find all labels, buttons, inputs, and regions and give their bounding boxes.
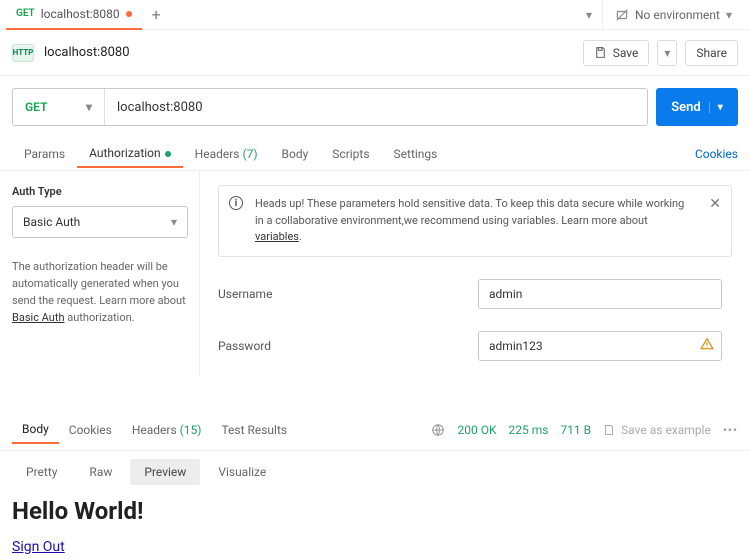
request-header-row: HTTP localhost:8080 Save ▾ Share [0,30,750,76]
tab-title: localhost:8080 [41,7,120,21]
tab-overflow-chevron-icon[interactable]: ▾ [586,8,592,22]
unsaved-dot-icon [126,11,132,17]
chevron-down-icon: ▾ [664,46,670,60]
password-row: Password [218,331,732,361]
chevron-down-icon: ▾ [86,100,92,114]
auth-description: The authorization header will be automat… [12,258,187,326]
tab-settings[interactable]: Settings [382,141,450,167]
password-input[interactable] [478,331,722,361]
tab-body[interactable]: Body [270,141,321,167]
method-selector[interactable]: GET ▾ [13,89,105,125]
http-badge-icon: HTTP [12,44,34,62]
authorization-panel: Auth Type Basic Auth ▾ The authorization… [0,170,750,375]
tab-headers[interactable]: Headers (7) [183,141,270,167]
environment-selector[interactable]: No environment ▾ [602,0,744,30]
auth-type-select[interactable]: Basic Auth ▾ [12,206,188,238]
save-icon [603,424,615,436]
save-button[interactable]: Save [583,40,650,66]
username-input[interactable] [478,279,722,309]
view-preview[interactable]: Preview [130,459,200,485]
resp-tab-headers[interactable]: Headers (15) [122,417,212,443]
chevron-down-icon[interactable]: ▾ [709,102,723,113]
tab-authorization[interactable]: Authorization [77,140,183,168]
password-label: Password [218,339,478,353]
auth-left-column: Auth Type Basic Auth ▾ The authorization… [0,171,200,375]
globe-icon[interactable] [431,423,445,437]
info-icon: i [229,196,243,210]
request-title: localhost:8080 [44,45,130,60]
save-label: Save [613,46,639,60]
save-dropdown-button[interactable]: ▾ [657,40,677,66]
status-code: 200 OK [457,423,496,437]
variables-link[interactable]: variables [255,230,299,243]
resp-tab-cookies[interactable]: Cookies [59,417,122,443]
view-raw[interactable]: Raw [75,459,126,485]
more-options-icon[interactable]: ••• [723,423,738,437]
response-view-tabs: Pretty Raw Preview Visualize [0,451,750,493]
username-row: Username [218,279,732,309]
save-as-example-button[interactable]: Save as example [603,423,711,437]
method-label: GET [25,100,47,114]
view-pretty[interactable]: Pretty [12,459,71,485]
active-dot-icon [165,151,171,157]
auth-right-column: i Heads up! These parameters hold sensit… [200,171,750,375]
request-tab[interactable]: GET localhost:8080 [6,0,142,30]
response-bar: Body Cookies Headers (15) Test Results 2… [0,410,750,451]
response-preview: Hello World! Sign Out [0,493,750,559]
tab-params[interactable]: Params [12,141,77,167]
auth-type-value: Basic Auth [23,215,80,229]
share-label: Share [696,46,727,60]
resp-tab-tests[interactable]: Test Results [211,417,297,443]
warning-icon [700,337,714,351]
basic-auth-link[interactable]: Basic Auth [12,311,65,324]
request-subtabs: Params Authorization Headers (7) Body Sc… [0,138,750,170]
chevron-down-icon: ▾ [171,215,177,229]
url-input[interactable] [105,89,647,125]
view-visualize[interactable]: Visualize [204,459,280,485]
cookies-link[interactable]: Cookies [695,147,738,161]
preview-heading: Hello World! [12,497,738,525]
close-icon[interactable]: ✕ [709,194,721,215]
url-group: GET ▾ [12,88,648,126]
sensitive-data-alert: i Heads up! These parameters hold sensit… [218,185,732,257]
tab-scripts[interactable]: Scripts [320,141,381,167]
chevron-down-icon: ▾ [726,8,732,22]
preview-signout-link[interactable]: Sign Out [12,539,65,555]
tab-method-label: GET [16,8,35,19]
share-button[interactable]: Share [685,40,738,66]
no-environment-icon [615,8,629,22]
auth-type-label: Auth Type [12,185,187,198]
response-size: 711 B [560,423,591,437]
response-time: 225 ms [508,423,548,437]
resp-tab-body[interactable]: Body [12,416,59,444]
top-tab-bar: GET localhost:8080 + ▾ No environment ▾ [0,0,750,30]
environment-label: No environment [635,8,720,22]
new-tab-button[interactable]: + [142,5,171,24]
username-label: Username [218,287,478,301]
send-button[interactable]: Send ▾ [656,88,738,126]
url-bar-row: GET ▾ Send ▾ [0,76,750,138]
save-icon [594,46,607,59]
send-label: Send [671,100,701,115]
